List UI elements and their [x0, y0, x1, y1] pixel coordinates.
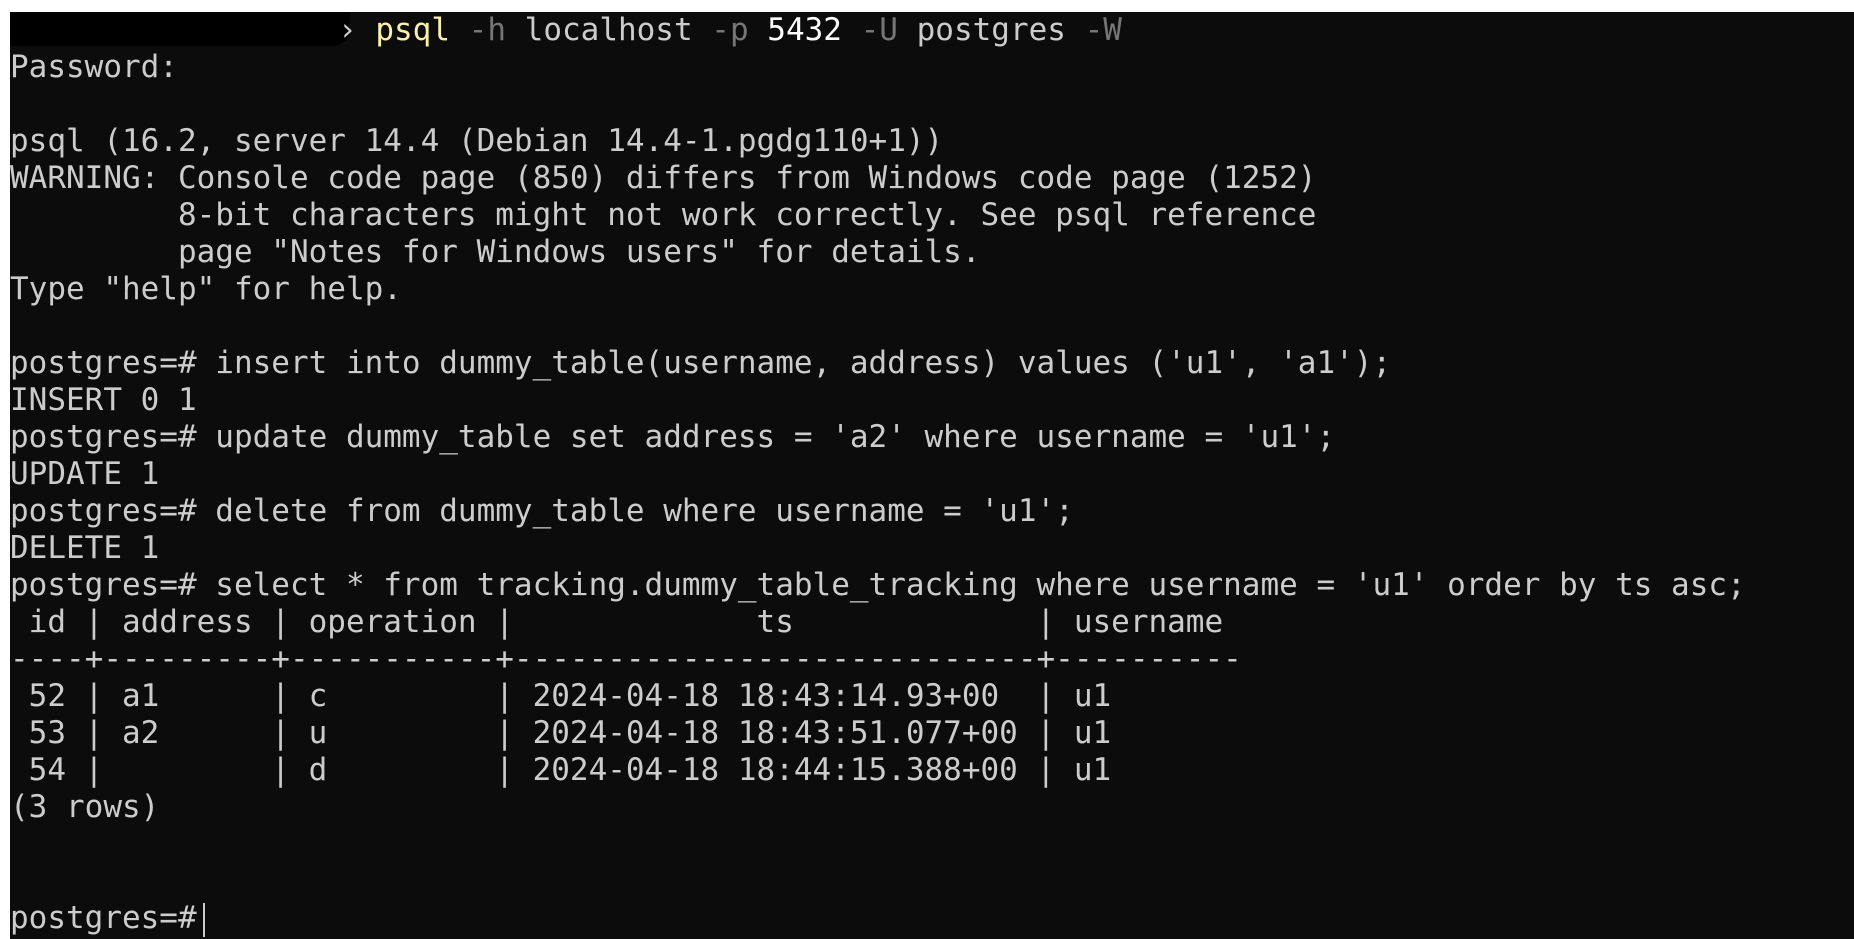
command-token-flag: -h — [450, 12, 506, 48]
input-prompt[interactable]: postgres=# — [10, 900, 205, 937]
output-line: postgres=# update dummy_table set addres… — [10, 419, 1336, 455]
output-line: Type "help" for help. — [10, 271, 402, 307]
command-token-flag: -W — [1065, 12, 1122, 48]
output-line: INSERT 0 1 — [10, 382, 197, 418]
terminal-output: Password: psql (16.2, server 14.4 (Debian… — [10, 49, 1746, 900]
output-line: WARNING: Console code page (850) differs… — [10, 160, 1317, 196]
command-token-arg: postgres — [897, 12, 1066, 48]
prompt-arrow-icon: › — [338, 12, 357, 48]
command-arguments: -h localhost -p 5432 -U postgres -W — [450, 12, 1122, 48]
output-line: DELETE 1 — [10, 530, 160, 566]
output-line: 52 | a1 | c | 2024-04-18 18:43:14.93+00 … — [10, 678, 1112, 714]
output-line: UPDATE 1 — [10, 456, 160, 492]
output-line: 54 | | d | 2024-04-18 18:44:15.388+00 | … — [10, 752, 1112, 788]
command-line: › psql -h localhost -p 5432 -U postgres … — [10, 12, 1122, 49]
command-token-flag: -p — [692, 12, 749, 48]
command-token-flag: -U — [841, 12, 898, 48]
output-line: postgres=# select * from tracking.dummy_… — [10, 567, 1746, 603]
output-line: 8-bit characters might not work correctl… — [10, 197, 1317, 233]
output-line: 53 | a2 | u | 2024-04-18 18:43:51.077+00… — [10, 715, 1112, 751]
output-line: Password: — [10, 49, 178, 85]
terminal-window[interactable]: › psql -h localhost -p 5432 -U postgres … — [10, 12, 1854, 939]
command-token-num: 5432 — [748, 12, 842, 48]
output-line: page "Notes for Windows users" for detai… — [10, 234, 981, 270]
output-line: postgres=# delete from dummy_table where… — [10, 493, 1074, 529]
output-line: postgres=# insert into dummy_table(usern… — [10, 345, 1392, 381]
output-line: (3 rows) — [10, 789, 160, 825]
text-cursor — [202, 902, 205, 937]
output-line: ----+---------+-----------+-------------… — [10, 641, 1242, 677]
output-line: psql (16.2, server 14.4 (Debian 14.4-1.p… — [10, 123, 944, 159]
command-token-arg: localhost — [506, 12, 693, 48]
prompt-label: postgres=# — [10, 900, 197, 936]
output-line: id | address | operation | ts | username — [10, 604, 1224, 640]
command-program: psql — [375, 12, 450, 48]
